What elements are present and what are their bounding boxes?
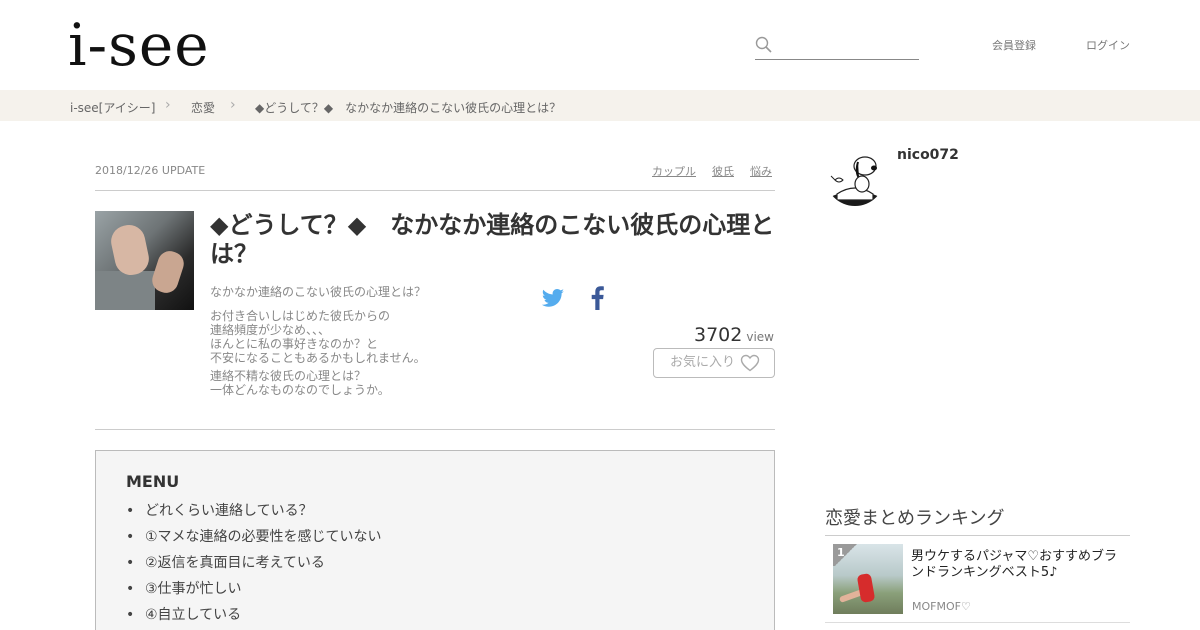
toc-item[interactable]: ②返信を真面目に考えている bbox=[126, 553, 382, 579]
toc-item[interactable]: ③仕事が忙しい bbox=[126, 579, 382, 605]
toc-item[interactable]: どれくらい連絡している？ bbox=[126, 501, 382, 527]
toc-title: MENU bbox=[126, 472, 180, 491]
breadcrumb-category[interactable]: 恋愛 bbox=[191, 99, 215, 116]
tag-boyfriend[interactable]: 彼氏 bbox=[712, 163, 734, 179]
username[interactable]: nico072 bbox=[897, 147, 959, 163]
tag-worries[interactable]: 悩み bbox=[750, 163, 772, 179]
heart-icon bbox=[740, 354, 760, 372]
breadcrumb-home[interactable]: i-see[アイシー] bbox=[70, 99, 155, 116]
search-input[interactable] bbox=[779, 34, 917, 58]
article-title: ◆どうして？◆ なかなか連絡のこない彼氏の心理とは？ bbox=[210, 211, 775, 268]
ranking-item-author[interactable]: MOFMOF♡ bbox=[912, 600, 971, 613]
site-header: i-see 会員登録 ログイン bbox=[0, 0, 1200, 90]
login-link[interactable]: ログイン bbox=[1086, 37, 1130, 53]
favorite-label: お気に入り bbox=[670, 355, 736, 370]
search-icon[interactable] bbox=[755, 36, 773, 54]
favorite-button[interactable]: お気に入り bbox=[653, 348, 775, 378]
breadcrumb-separator: › bbox=[230, 97, 236, 113]
table-of-contents: MENU どれくらい連絡している？ ①マメな連絡の必要性を感じていない ②返信を… bbox=[95, 450, 775, 630]
twitter-share-icon[interactable] bbox=[541, 286, 565, 310]
breadcrumb-separator: › bbox=[165, 97, 171, 113]
toc-list: どれくらい連絡している？ ①マメな連絡の必要性を感じていない ②返信を真面目に考… bbox=[126, 501, 382, 630]
toc-item[interactable]: ①マメな連絡の必要性を感じていない bbox=[126, 527, 382, 553]
divider bbox=[95, 190, 775, 191]
search-box[interactable] bbox=[755, 34, 919, 60]
view-count: 3702 view bbox=[694, 324, 774, 346]
breadcrumb: i-see[アイシー] › 恋愛 › ◆どうして？◆ なかなか連絡のこない彼氏の… bbox=[0, 90, 1200, 121]
breadcrumb-current: ◆どうして？◆ なかなか連絡のこない彼氏の心理とは？ bbox=[255, 101, 562, 115]
article-description: 連絡不精な彼氏の心理とは？ 一体どんなものなのでしょうか。 bbox=[210, 369, 390, 397]
toc-item[interactable]: ④自立している bbox=[126, 605, 382, 630]
article-description: なかなか連絡のこない彼氏の心理とは？ bbox=[210, 285, 427, 299]
register-link[interactable]: 会員登録 bbox=[992, 37, 1036, 53]
article-description: お付き合いしはじめた彼氏からの 連絡頻度が少なめ、、、 ほんとに私の事好きなのか… bbox=[210, 309, 426, 365]
divider bbox=[825, 535, 1130, 536]
rank-badge: 1 bbox=[833, 544, 859, 566]
site-logo[interactable]: i-see bbox=[68, 12, 210, 78]
divider bbox=[825, 622, 1130, 623]
ranking-item-title[interactable]: 男ウケするパジャマ♡おすすめブランドランキングベスト5♪ bbox=[911, 549, 1126, 581]
tag-couple[interactable]: カップル bbox=[652, 163, 696, 179]
article-date: 2018/12/26 UPDATE bbox=[95, 164, 206, 177]
facebook-share-icon[interactable] bbox=[586, 286, 610, 310]
avatar[interactable] bbox=[825, 146, 885, 206]
divider bbox=[95, 429, 775, 430]
article-thumbnail bbox=[95, 211, 194, 310]
ranking-title: 恋愛まとめランキング bbox=[825, 508, 1005, 529]
snoopy-avatar-icon bbox=[829, 156, 881, 206]
